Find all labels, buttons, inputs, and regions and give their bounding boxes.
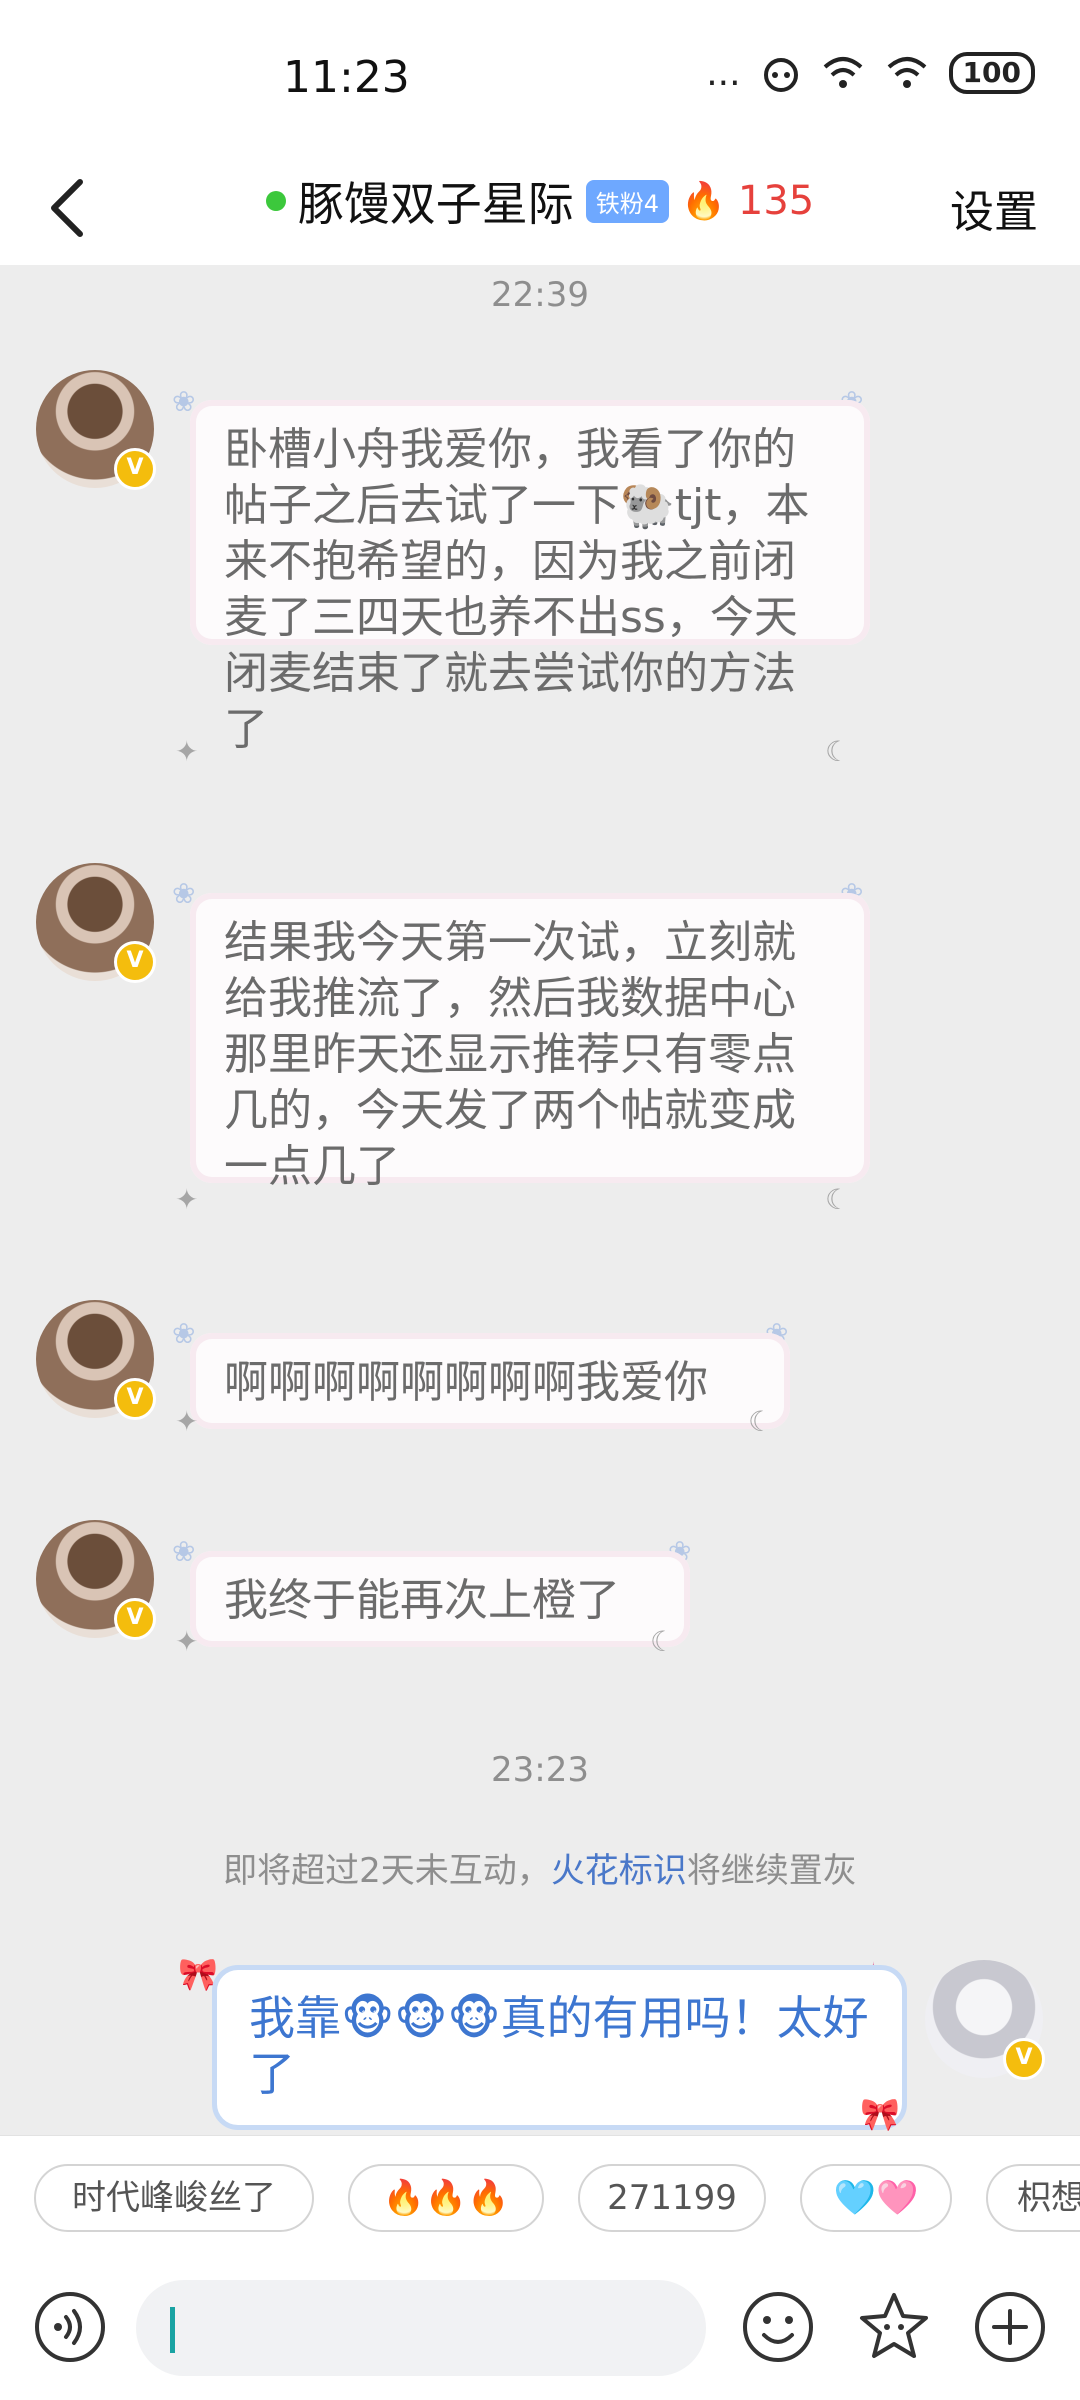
fire-icon: 🔥 — [681, 181, 726, 222]
text-caret — [170, 2307, 175, 2353]
sparkle-icon: ✦ — [175, 735, 199, 768]
spark-link[interactable]: 火花标识 — [551, 1851, 687, 1891]
chat-area[interactable]: 22:39 V ❀ ❀ 卧槽小舟我爱你，我看了你的帖子之后去试了一下🐏tjt，本… — [0, 265, 1080, 2135]
notice-text: 将继续置灰 — [686, 1851, 857, 1891]
emoji-icon[interactable] — [740, 2289, 816, 2365]
quick-reply-chip[interactable]: 枳想 — [986, 2164, 1080, 2232]
avatar[interactable]: V — [36, 370, 156, 490]
sparkle-icon: ✦ — [175, 1183, 199, 1216]
plus-icon[interactable] — [972, 2289, 1048, 2365]
voice-icon[interactable] — [32, 2289, 108, 2365]
settings-button[interactable]: 设置 — [950, 176, 1038, 240]
message-bubble[interactable]: 我终于能再次上橙了 — [190, 1551, 690, 1647]
quick-reply-chip[interactable]: 时代峰峻丝了 — [34, 2164, 314, 2232]
verified-icon: V — [114, 448, 156, 490]
wifi-icon-2 — [887, 57, 926, 88]
fan-level-badge: 铁粉4 — [585, 179, 670, 223]
timestamp: 22:39 — [491, 275, 589, 315]
status-time: 11:23 — [283, 52, 410, 103]
status-bar: 11:23 ... 100 — [0, 0, 1080, 150]
verified-icon: V — [114, 1598, 156, 1640]
star-sticker-icon[interactable] — [856, 2289, 932, 2365]
input-bar — [0, 2255, 1080, 2400]
moon-icon: ☾ — [825, 735, 851, 768]
spark-notice: 即将超过2天未互动，火花标识将继续置灰 — [0, 1843, 1080, 1892]
quick-reply-chip[interactable]: 🩵🩷 — [800, 2164, 952, 2232]
message-bubble[interactable]: 结果我今天第一次试，立刻就给我推流了，然后我数据中心那里昨天还显示推荐只有零点几… — [190, 893, 870, 1192]
chat-title-group[interactable]: 豚馒双子星际 铁粉4 🔥 135 — [0, 168, 1080, 234]
chat-title: 豚馒双子星际 — [297, 177, 574, 231]
verified-icon: V — [114, 1378, 156, 1420]
chat-header: 豚馒双子星际 铁粉4 🔥 135 设置 — [0, 150, 1080, 265]
quick-reply-chip[interactable]: 271199 — [578, 2164, 766, 2232]
bow-decoration-icon: 🎀 — [860, 2095, 900, 2133]
avatar[interactable]: V — [36, 863, 156, 983]
message-bubble[interactable]: 啊啊啊啊啊啊啊啊我爱你 — [190, 1333, 790, 1429]
message-bubble[interactable]: 卧槽小舟我爱你，我看了你的帖子之后去试了一下🐏tjt，本来不抱希望的，因为我之前… — [190, 400, 870, 755]
moon-icon: ☾ — [650, 1625, 676, 1658]
timestamp: 23:23 — [491, 1750, 589, 1790]
message-input[interactable] — [136, 2280, 706, 2376]
moon-icon: ☾ — [825, 1183, 851, 1216]
status-icons: ... 100 — [706, 52, 1035, 94]
notice-text: 即将超过2天未互动， — [223, 1851, 551, 1891]
wifi-icon — [823, 57, 862, 88]
online-status-dot — [265, 191, 286, 211]
quick-reply-bar: 时代峰峻丝了 🔥🔥🔥 271199 🩵🩷 枳想 — [0, 2135, 1080, 2256]
battery-icon: 100 — [948, 52, 1035, 94]
verified-icon: V — [114, 941, 156, 983]
avatar[interactable]: V — [36, 1300, 156, 1420]
my-avatar[interactable]: V — [925, 1960, 1045, 2080]
quick-reply-chip[interactable]: 🔥🔥🔥 — [348, 2164, 544, 2232]
fire-count: 135 — [737, 178, 815, 224]
my-message-bubble[interactable]: 我靠🐵🐵🐵真的有用吗！太好了 — [212, 1965, 907, 2130]
sparkle-icon: ✦ — [175, 1625, 199, 1658]
sparkle-icon: ✦ — [175, 1405, 199, 1438]
avatar[interactable]: V — [36, 1520, 156, 1640]
app-notification-icon — [763, 58, 798, 92]
verified-icon: V — [1003, 2038, 1045, 2080]
more-dots-icon: ... — [706, 52, 741, 94]
moon-icon: ☾ — [748, 1405, 774, 1438]
